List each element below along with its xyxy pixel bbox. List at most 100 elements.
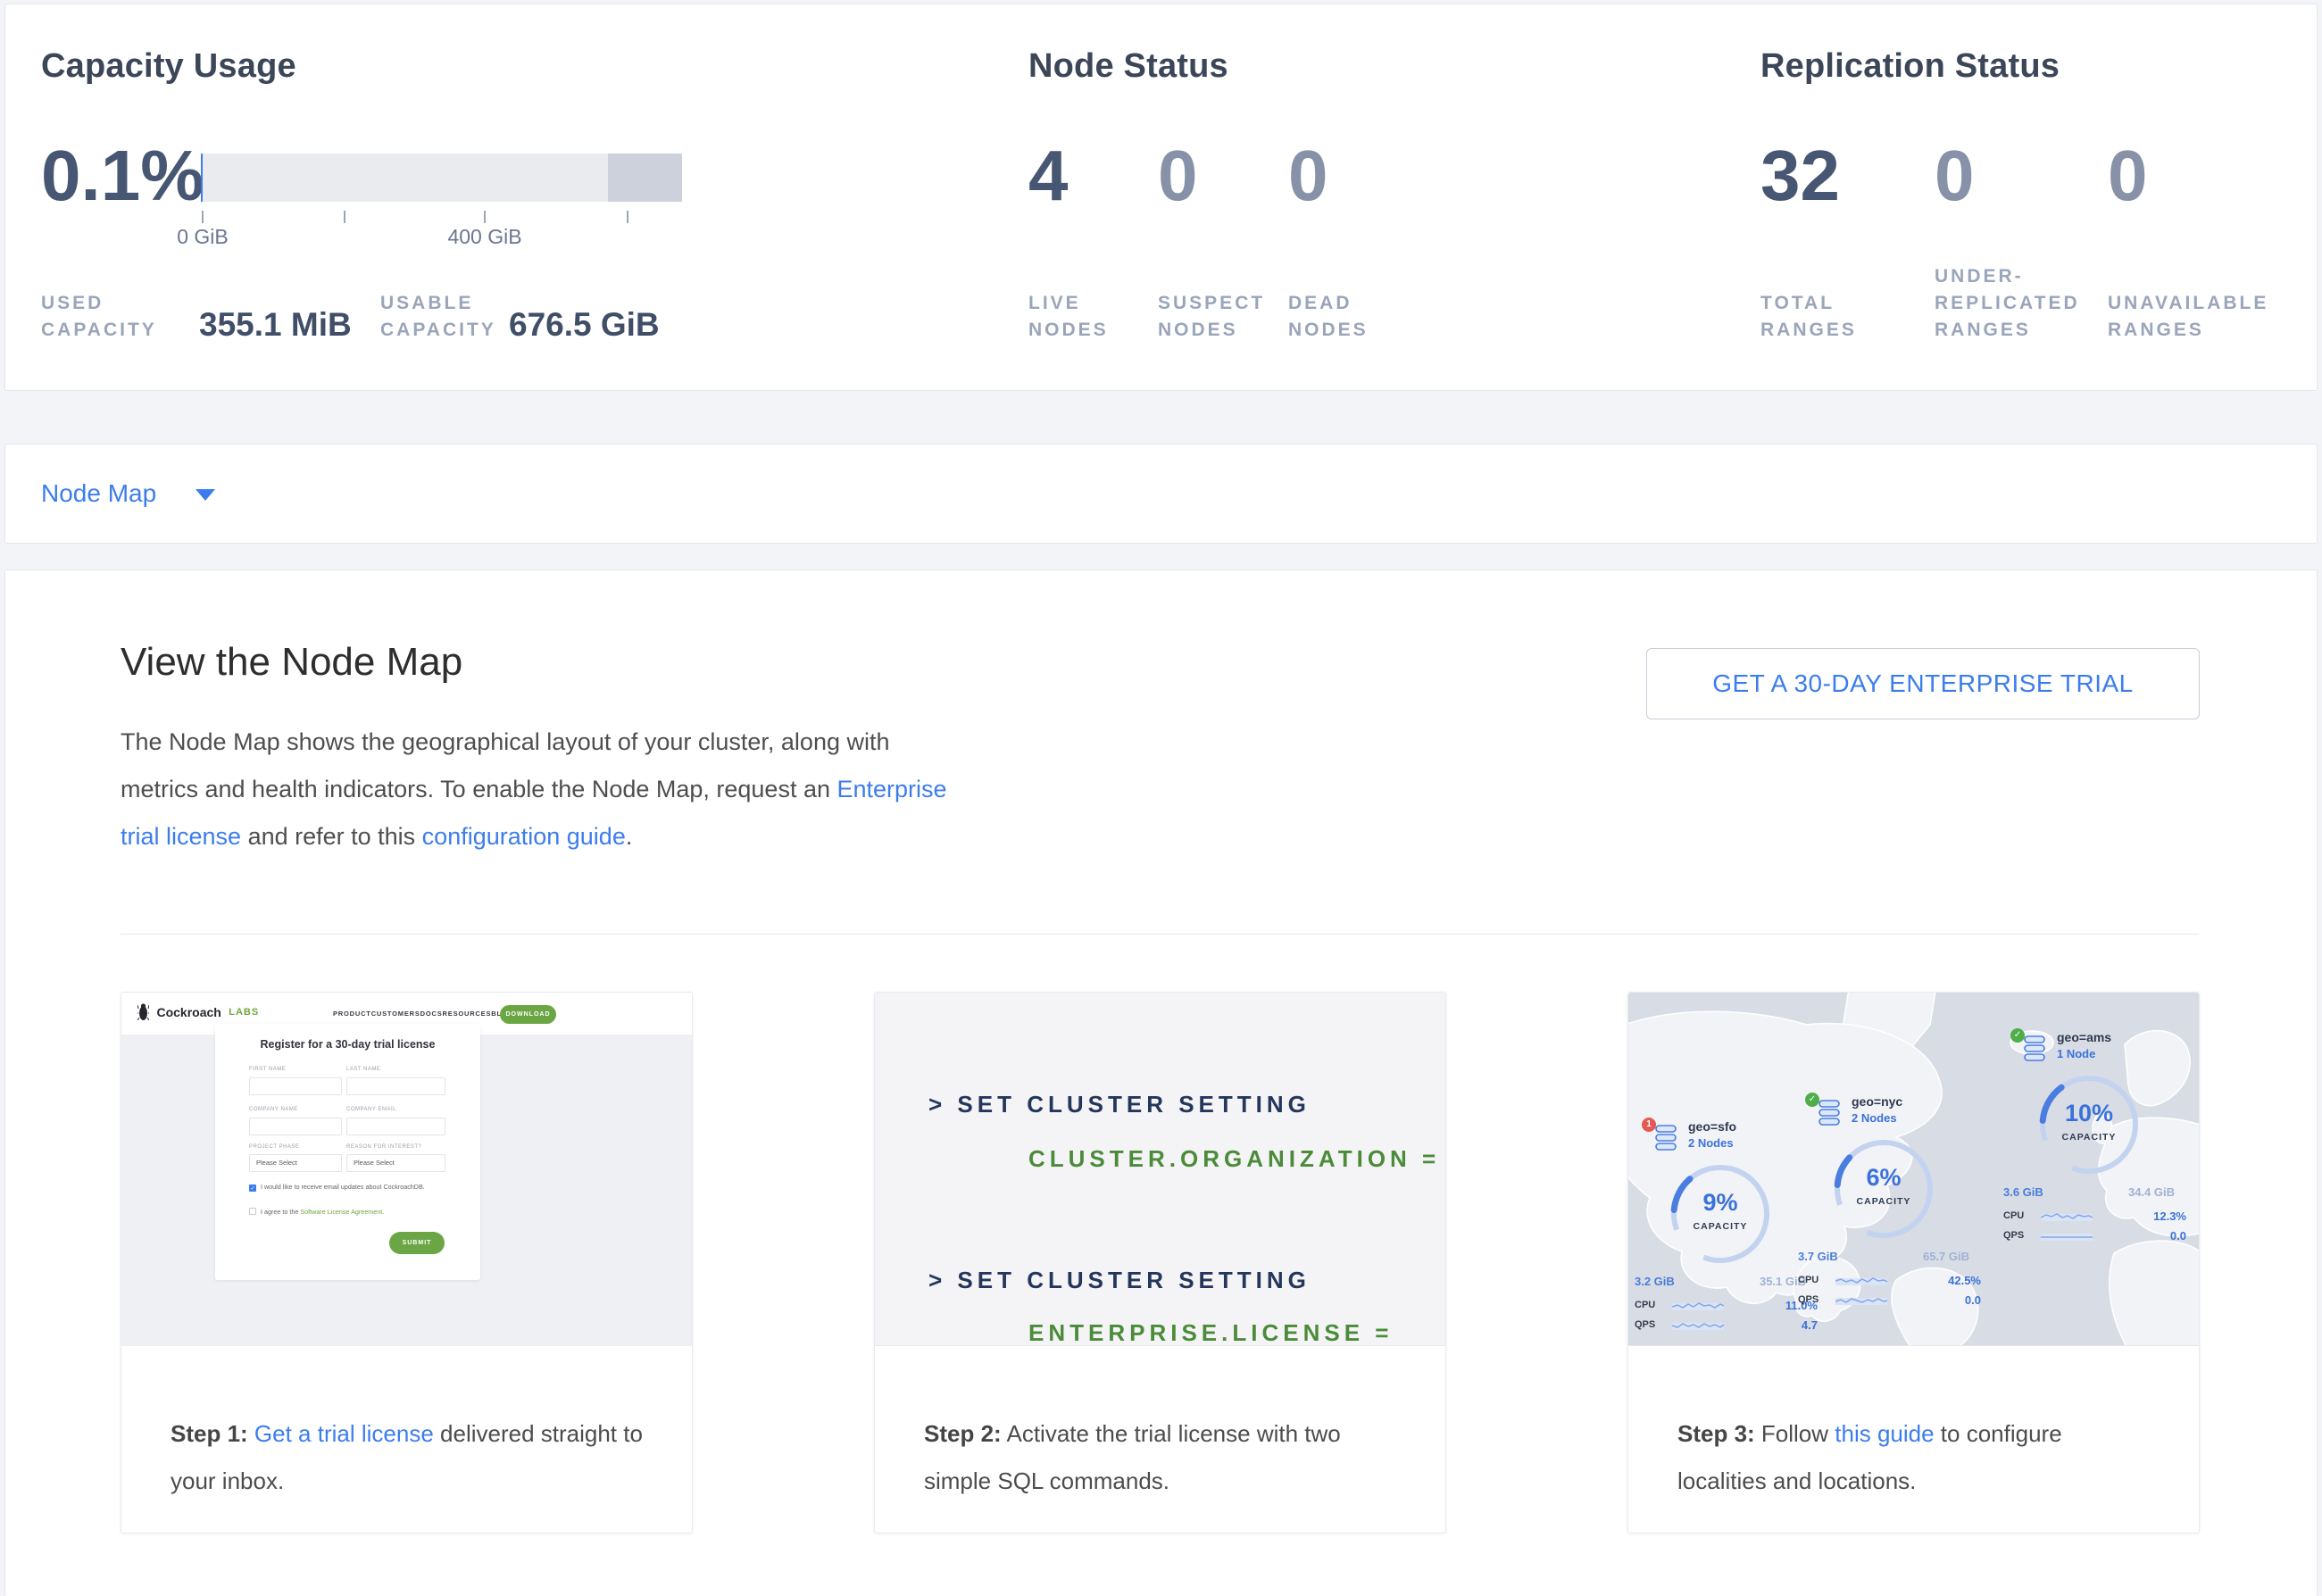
cpu-value: 42.5% bbox=[1948, 1274, 1981, 1287]
step-3-label: Step 3: bbox=[1677, 1420, 1755, 1447]
license-agreement-link: Software License Agreement. bbox=[300, 1208, 384, 1216]
get-enterprise-trial-button[interactable]: GET A 30-DAY ENTERPRISE TRIAL bbox=[1646, 648, 2200, 719]
step-1-label: Step 1: bbox=[171, 1420, 248, 1447]
cockroach-icon bbox=[137, 1003, 149, 1021]
nav-product: PRODUCT bbox=[333, 1010, 371, 1018]
capacity-gauge: 10% CAPACITY bbox=[2035, 1071, 2143, 1178]
sql-setting-1: CLUSTER.ORGANIZATION = bbox=[1028, 1145, 1440, 1173]
step-1-pre bbox=[248, 1420, 254, 1447]
email-updates-checkbox-row: ✓ I would like to receive email updates a… bbox=[249, 1183, 425, 1192]
promo-text-1: The Node Map shows the geographical layo… bbox=[121, 728, 890, 802]
under-replicated-label: UNDER-REPLICATED RANGES bbox=[1935, 263, 2100, 344]
node-map-promo-panel: View the Node Map The Node Map shows the… bbox=[4, 569, 2318, 1596]
capacity-max: 65.7 GiB bbox=[1923, 1250, 1969, 1263]
reason-select: Please Select bbox=[346, 1154, 445, 1172]
qps-sparkline bbox=[1835, 1293, 1887, 1307]
agree-text: I agree to the bbox=[261, 1208, 300, 1216]
checkbox-empty-icon bbox=[249, 1208, 256, 1215]
qps-sparkline bbox=[1672, 1318, 1724, 1332]
get-trial-license-link[interactable]: Get a trial license bbox=[254, 1420, 434, 1447]
capacity-gauge: 9% CAPACITY bbox=[1667, 1160, 1774, 1268]
capacity-bar-used bbox=[201, 154, 203, 202]
unavailable-label: UNAVAILABLE RANGES bbox=[2108, 290, 2277, 344]
cpu-value: 12.3% bbox=[2153, 1209, 2186, 1223]
promo-text-3: . bbox=[626, 823, 633, 850]
axis-tick bbox=[484, 211, 486, 223]
qps-value: 0.0 bbox=[2170, 1229, 2186, 1243]
promo-text-2: and refer to this bbox=[241, 823, 422, 850]
step-2-caption: Step 2: Activate the trial license with … bbox=[924, 1410, 1402, 1505]
first-name-field bbox=[249, 1077, 342, 1095]
download-button: DOWNLOAD bbox=[500, 1005, 556, 1024]
qps-sparkline bbox=[2041, 1229, 2093, 1243]
capacity-label: CAPACITY bbox=[1830, 1196, 1937, 1207]
sql-setting-2: ENTERPRISE.LICENSE = bbox=[1028, 1319, 1393, 1347]
cpu-sparkline bbox=[2041, 1209, 2093, 1223]
step-3-caption: Step 3: Follow this guide to configure l… bbox=[1677, 1410, 2155, 1505]
axis-tick bbox=[627, 211, 628, 223]
used-capacity-label: USED CAPACITY bbox=[41, 290, 175, 344]
locality-name: geo=nyc bbox=[1852, 1094, 1902, 1109]
capacity-min: 3.6 GiB bbox=[2003, 1185, 2043, 1199]
trial-site-footer bbox=[121, 1346, 692, 1360]
company-email-field bbox=[346, 1118, 445, 1135]
cluster-summary-panel: Capacity Usage 0.1% 0 GiB 400 GiB USED C… bbox=[4, 4, 2318, 391]
sql-command-1: > SET CLUSTER SETTING bbox=[928, 1091, 1311, 1118]
node-map-dropdown-bar[interactable]: Node Map bbox=[4, 444, 2318, 544]
axis-tick bbox=[202, 211, 204, 223]
cpu-label: CPU bbox=[2003, 1210, 2024, 1221]
step-3-card: 1 geo=sfo 2 Nodes bbox=[1627, 992, 2200, 1534]
brand-suffix: LABS bbox=[229, 1007, 259, 1018]
capacity-usage-title: Capacity Usage bbox=[41, 47, 296, 86]
live-nodes-label: LIVE NODES bbox=[1028, 290, 1127, 344]
reason-label: REASON FOR INTEREST? bbox=[346, 1144, 421, 1150]
axis-tick bbox=[344, 211, 345, 223]
nav-docs: DOCS bbox=[420, 1010, 443, 1018]
qps-value: 0.0 bbox=[1965, 1293, 1981, 1307]
project-phase-select: Please Select bbox=[249, 1154, 342, 1172]
capacity-bar-reserved bbox=[608, 154, 682, 202]
locality-name: geo=ams bbox=[2057, 1030, 2111, 1044]
node-map-dropdown-label[interactable]: Node Map bbox=[41, 479, 156, 507]
replication-status-title: Replication Status bbox=[1760, 47, 2060, 86]
database-stack-icon bbox=[2022, 1035, 2047, 1063]
form-title: Register for a 30-day trial license bbox=[215, 1038, 480, 1051]
total-ranges-value: 32 bbox=[1760, 133, 1840, 219]
divider bbox=[121, 934, 2199, 935]
step-2-label: Step 2: bbox=[924, 1420, 1002, 1447]
usable-capacity-label: USABLE CAPACITY bbox=[380, 290, 523, 344]
cpu-label: CPU bbox=[1635, 1300, 1655, 1310]
qps-label: QPS bbox=[1798, 1294, 1818, 1305]
this-guide-link[interactable]: this guide bbox=[1835, 1420, 1934, 1447]
nav-resources: RESOURCES bbox=[443, 1010, 492, 1018]
first-name-label: FIRST NAME bbox=[249, 1067, 286, 1072]
configuration-guide-link[interactable]: configuration guide bbox=[422, 823, 626, 850]
live-nodes-value: 4 bbox=[1028, 133, 1069, 219]
qps-label: QPS bbox=[1635, 1319, 1655, 1330]
axis-tick-label: 400 GiB bbox=[447, 225, 521, 249]
checkbox-checked-icon: ✓ bbox=[249, 1185, 256, 1192]
nav-customers: CUSTOMERS bbox=[371, 1010, 420, 1018]
suspect-nodes-label: SUSPECT NODES bbox=[1158, 290, 1274, 344]
cpu-label: CPU bbox=[1798, 1275, 1818, 1285]
qps-value: 4.7 bbox=[1802, 1318, 1818, 1332]
dead-nodes-value: 0 bbox=[1288, 133, 1328, 219]
step-2-card: > SET CLUSTER SETTING CLUSTER.ORGANIZATI… bbox=[874, 992, 1446, 1534]
trial-site-screenshot: Cockroach LABS PRODUCT CUSTOMERS DOCS RE… bbox=[121, 993, 692, 1360]
qps-label: QPS bbox=[2003, 1230, 2024, 1241]
email-updates-text: I would like to receive email updates ab… bbox=[261, 1183, 425, 1191]
trial-registration-form: Register for a 30-day trial license FIRS… bbox=[215, 1024, 480, 1280]
brand-name: Cockroach bbox=[156, 1005, 221, 1019]
sql-command-2: > SET CLUSTER SETTING bbox=[928, 1267, 1311, 1294]
locality-node-count: 2 Nodes bbox=[1852, 1111, 1897, 1125]
database-stack-icon bbox=[1653, 1124, 1678, 1152]
step-3-pre: Follow bbox=[1755, 1420, 1835, 1447]
used-capacity-value: 355.1 MiB bbox=[199, 306, 352, 344]
last-name-field bbox=[346, 1077, 445, 1095]
suspect-nodes-value: 0 bbox=[1158, 133, 1198, 219]
node-status-title: Node Status bbox=[1028, 47, 1228, 86]
capacity-percent: 6% bbox=[1830, 1164, 1937, 1192]
capacity-label: CAPACITY bbox=[2035, 1132, 2143, 1143]
company-name-field bbox=[249, 1118, 342, 1135]
capacity-gauge: 6% CAPACITY bbox=[1830, 1135, 1937, 1243]
